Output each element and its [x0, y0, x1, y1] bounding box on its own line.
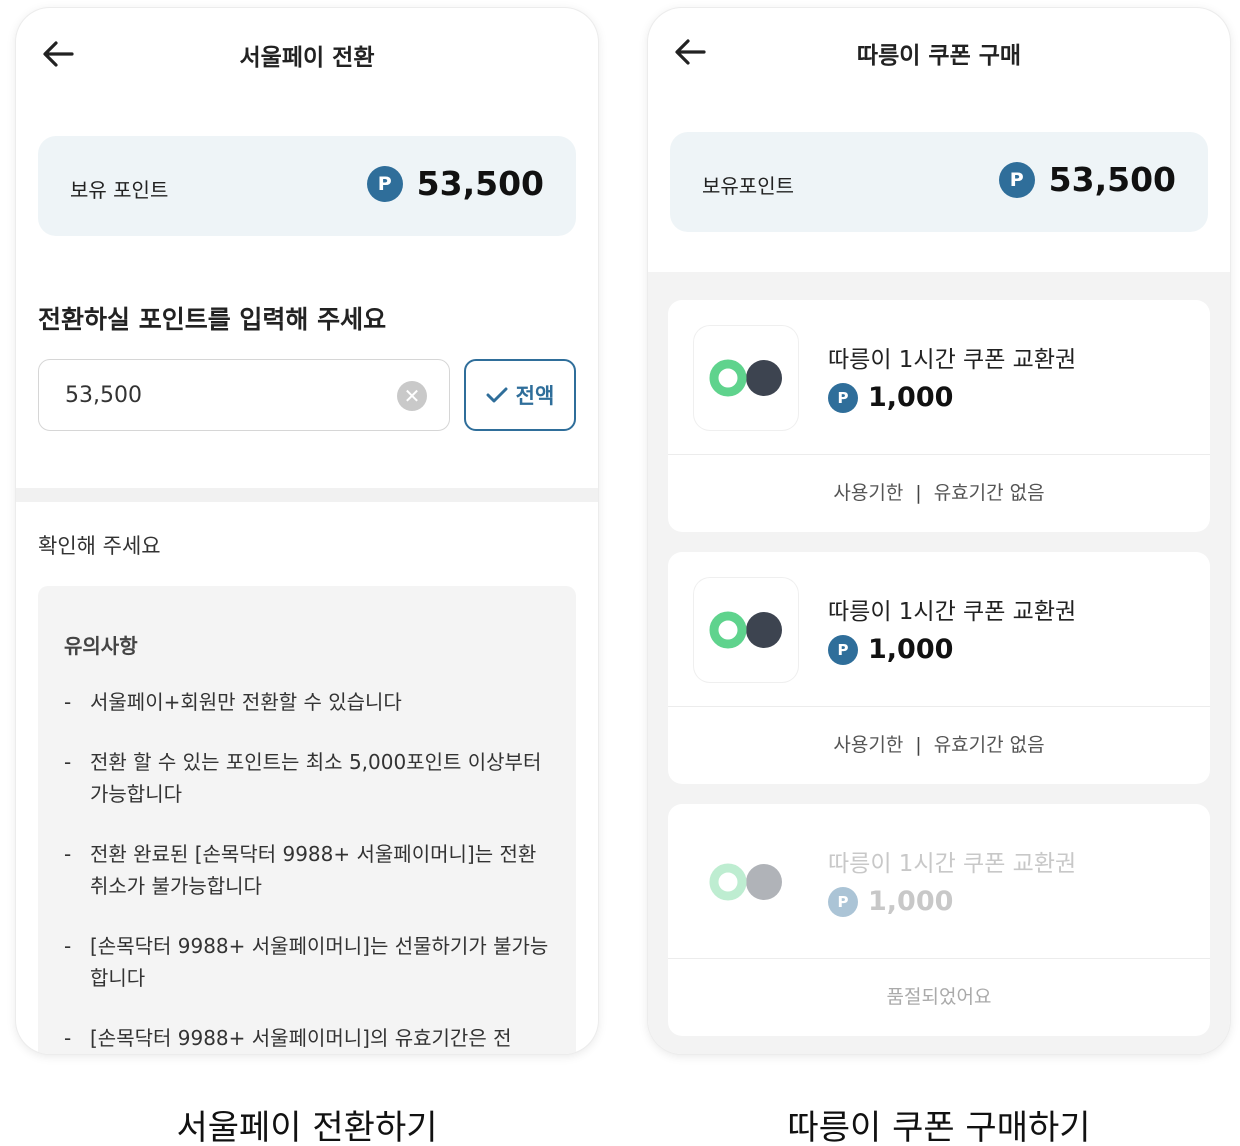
confirm-section-title: 확인해 주세요	[38, 534, 161, 558]
divider	[668, 454, 1210, 455]
expiry-value: 유효기간 없음	[933, 734, 1045, 756]
ttareungi-logo-icon	[694, 326, 798, 430]
notice-text: [손목닥터 9988+ 서울페이머니]는 선물하기가 불가능합니다	[90, 934, 549, 990]
notice-item: - 전환 완료된 [손목닥터 9988+ 서울페이머니]는 전환 취소가 불가능합…	[64, 838, 550, 902]
input-prompt: 전환하실 포인트를 입력해 주세요	[38, 305, 387, 334]
coupon-expiry: 사용기한 | 유효기간 없음	[668, 730, 1210, 757]
expiry-label: 사용기한	[833, 734, 904, 756]
coupon-price-value: 1,000	[868, 634, 954, 665]
section-divider	[16, 488, 598, 502]
points-value: 53,500	[1048, 160, 1176, 199]
caption-right: 따릉이 쿠폰 구매하기	[787, 1108, 1091, 1146]
coupon-name: 따릉이 1시간 쿠폰 교환권	[828, 851, 1077, 877]
divider	[668, 706, 1210, 707]
checkmark-icon	[486, 387, 508, 403]
all-amount-button[interactable]: 전액	[464, 359, 576, 431]
point-badge-icon: P	[828, 634, 858, 665]
notice-item: - [손목닥터 9988+ 서울페이머니]는 선물하기가 불가능합니다	[64, 930, 550, 994]
notice-item: - 전환 할 수 있는 포인트는 최소 5,000포인트 이상부터 가능합니다	[64, 746, 550, 810]
notice-text: 전환 완료된 [손목닥터 9988+ 서울페이머니]는 전환 취소가 불가능합니…	[90, 842, 537, 898]
point-amount-input[interactable]: 53,500 ✕	[38, 359, 450, 431]
coupon-name: 따릉이 1시간 쿠폰 교환권	[828, 599, 1077, 625]
point-badge-icon: P	[366, 165, 403, 202]
page-title: 따릉이 쿠폰 구매	[856, 43, 1022, 69]
coupon-card[interactable]: 따릉이 1시간 쿠폰 교환권 P 1,000 사용기한 | 유효기간 없음	[668, 552, 1210, 784]
all-amount-label: 전액	[515, 384, 555, 408]
clear-icon[interactable]: ✕	[397, 381, 427, 411]
coupon-price: P 1,000	[828, 886, 953, 917]
notice-list: - 서울페이+회원만 전환할 수 있습니다 - 전환 할 수 있는 포인트는 최소 …	[64, 686, 550, 1054]
notice-box: 유의사항 - 서울페이+회원만 전환할 수 있습니다 - 전환 할 수 있는 포인트…	[38, 586, 576, 1054]
caption-left: 서울페이 전환하기	[176, 1108, 438, 1146]
separator: |	[915, 734, 922, 756]
points-value: 53,500	[416, 164, 544, 203]
points-card: 보유 포인트 P 53,500	[38, 136, 576, 236]
notice-item: - [손목닥터 9988+ 서울페이머니]의 유효기간은 전	[64, 1022, 550, 1054]
notice-text: [손목닥터 9988+ 서울페이머니]의 유효기간은 전	[90, 1026, 512, 1050]
seoulpay-conversion-screen: 서울페이 전환 보유 포인트 P 53,500 전환하실 포인트를 입력해 주세…	[16, 8, 598, 1054]
header: 서울페이 전환	[16, 8, 598, 104]
soldout-status: 품절되었어요	[886, 986, 992, 1008]
point-badge-icon: P	[828, 382, 858, 413]
point-amount-value[interactable]: 53,500	[65, 383, 142, 408]
coupon-price-value: 1,000	[868, 382, 954, 413]
notice-text: 서울페이+회원만 전환할 수 있습니다	[90, 690, 402, 714]
coupon-card[interactable]: 따릉이 1시간 쿠폰 교환권 P 1,000 사용기한 | 유효기간 없음	[668, 300, 1210, 532]
points-card: 보유포인트 P 53,500	[670, 132, 1208, 232]
notice-heading: 유의사항	[64, 634, 138, 658]
points-amount: P 53,500	[998, 160, 1176, 199]
notice-item: - 서울페이+회원만 전환할 수 있습니다	[64, 686, 550, 718]
coupon-name: 따릉이 1시간 쿠폰 교환권	[828, 347, 1077, 373]
separator: |	[915, 482, 922, 504]
point-badge-icon: P	[998, 161, 1035, 198]
header: 따릉이 쿠폰 구매	[648, 8, 1230, 104]
coupon-price: P 1,000	[828, 634, 953, 665]
coupon-card-soldout: 따릉이 1시간 쿠폰 교환권 P 1,000 품절되었어요	[668, 804, 1210, 1036]
coupon-expiry: 사용기한 | 유효기간 없음	[668, 478, 1210, 505]
points-amount: P 53,500	[366, 164, 544, 203]
ttareungi-coupon-screen: 따릉이 쿠폰 구매 보유포인트 P 53,500 따릉이 1시간 쿠폰 교환권 …	[648, 8, 1230, 1054]
divider	[668, 958, 1210, 959]
coupon-price: P 1,000	[828, 382, 953, 413]
expiry-value: 유효기간 없음	[933, 482, 1045, 504]
page-title: 서울페이 전환	[239, 45, 375, 71]
coupon-price-value: 1,000	[868, 886, 954, 917]
points-label: 보유 포인트	[70, 178, 169, 202]
expiry-label: 사용기한	[833, 482, 904, 504]
point-badge-icon: P	[828, 886, 858, 917]
ttareungi-logo-icon	[694, 830, 798, 934]
points-label: 보유포인트	[702, 174, 794, 198]
ttareungi-logo-icon	[694, 578, 798, 682]
notice-text: 전환 할 수 있는 포인트는 최소 5,000포인트 이상부터 가능합니다	[90, 750, 542, 806]
